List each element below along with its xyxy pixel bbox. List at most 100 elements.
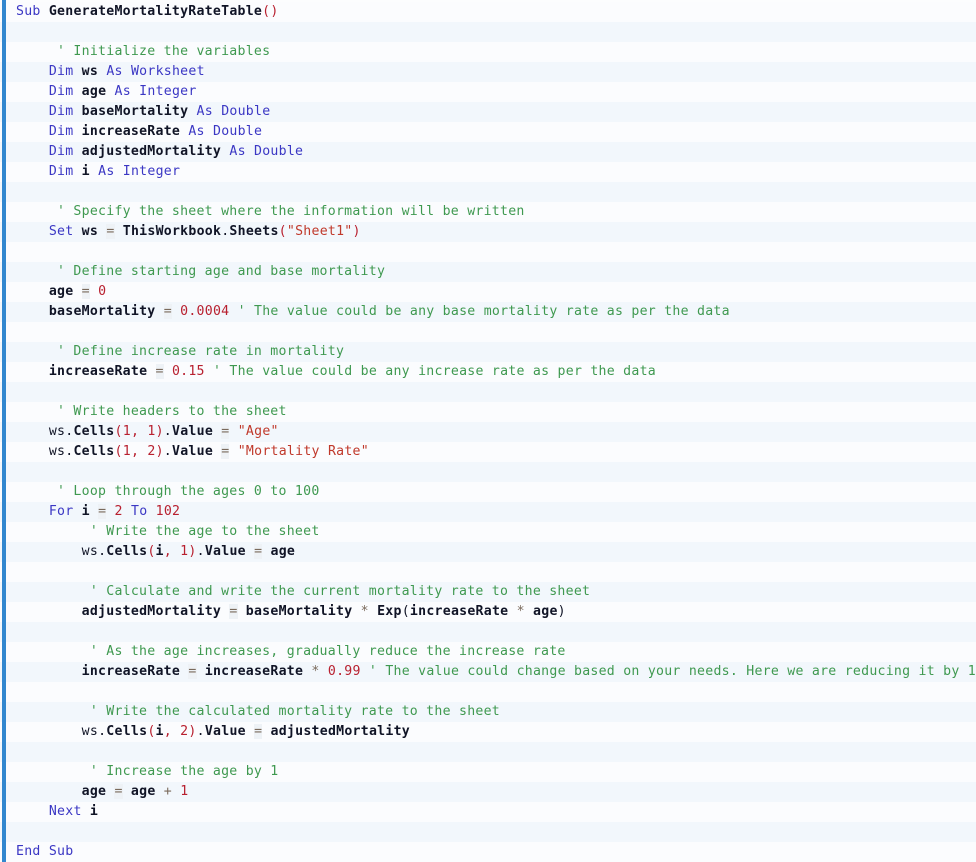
code-line[interactable] bbox=[0, 322, 976, 342]
code-line[interactable]: Dim ws As Worksheet bbox=[0, 62, 976, 82]
code-line[interactable]: ws.Cells(i, 2).Value = adjustedMortality bbox=[0, 722, 976, 742]
code-line[interactable]: ' Write the calculated mortality rate to… bbox=[0, 702, 976, 722]
code-token-num: 0.0004 bbox=[180, 304, 230, 319]
code-token-kw: Worksheet bbox=[130, 64, 205, 79]
code-token-num: 102 bbox=[155, 504, 181, 519]
code-line[interactable]: Dim baseMortality As Double bbox=[0, 102, 976, 122]
code-token-id: age bbox=[270, 544, 296, 559]
code-line[interactable] bbox=[0, 242, 976, 262]
code-line[interactable]: ' As the age increases, gradually reduce… bbox=[0, 642, 976, 662]
code-line[interactable]: adjustedMortality = baseMortality * Exp(… bbox=[0, 602, 976, 622]
code-token-punct: ) bbox=[155, 444, 164, 459]
code-line[interactable]: Next i bbox=[0, 802, 976, 822]
code-token-id: GenerateMortalityRateTable bbox=[48, 4, 263, 19]
code-token-num: 2 bbox=[147, 444, 156, 459]
code-token-op: = bbox=[163, 304, 172, 319]
code-token-kw: To bbox=[130, 504, 148, 519]
code-token-num: 1 bbox=[180, 784, 189, 799]
code-token-com: ' Initialize the variables bbox=[16, 44, 271, 59]
code-line[interactable]: age = age + 1 bbox=[0, 782, 976, 802]
code-token-id: i bbox=[81, 504, 90, 519]
code-token-punct: ) bbox=[155, 424, 164, 439]
code-line[interactable]: age = 0 bbox=[0, 282, 976, 302]
code-token-punct: () bbox=[262, 4, 279, 19]
code-token-plain: . bbox=[196, 544, 205, 559]
code-line[interactable] bbox=[0, 562, 976, 582]
code-line[interactable]: For i = 2 To 102 bbox=[0, 502, 976, 522]
code-line[interactable] bbox=[0, 382, 976, 402]
code-line[interactable] bbox=[0, 622, 976, 642]
code-line[interactable] bbox=[0, 822, 976, 842]
code-token-op2: * bbox=[360, 604, 369, 619]
code-token-kw: As bbox=[114, 84, 131, 99]
code-line[interactable]: Dim i As Integer bbox=[0, 162, 976, 182]
code-line[interactable]: baseMortality = 0.0004 ' The value could… bbox=[0, 302, 976, 322]
code-token-kw: Next bbox=[48, 804, 82, 819]
code-line[interactable]: Set ws = ThisWorkbook.Sheets("Sheet1") bbox=[0, 222, 976, 242]
code-line[interactable]: End Sub bbox=[0, 842, 976, 862]
code-line[interactable]: ' Loop through the ages 0 to 100 bbox=[0, 482, 976, 502]
code-line[interactable]: ' Calculate and write the current mortal… bbox=[0, 582, 976, 602]
code-token-num: 0.99 bbox=[327, 664, 361, 679]
code-token-com: ' The value could be any base mortality … bbox=[237, 304, 730, 319]
code-token-id: age bbox=[81, 784, 107, 799]
code-token-id: i bbox=[89, 804, 99, 819]
code-line[interactable]: ' Define increase rate in mortality bbox=[0, 342, 976, 362]
code-line[interactable]: ' Specify the sheet where the informatio… bbox=[0, 202, 976, 222]
code-line-list[interactable]: Sub GenerateMortalityRateTable() ' Initi… bbox=[0, 2, 976, 862]
code-line[interactable] bbox=[0, 462, 976, 482]
code-line[interactable]: ' Increase the age by 1 bbox=[0, 762, 976, 782]
code-line[interactable]: Dim increaseRate As Double bbox=[0, 122, 976, 142]
code-token-op: = bbox=[229, 604, 238, 619]
code-line[interactable] bbox=[0, 22, 976, 42]
code-token-id: adjustedMortality bbox=[81, 144, 222, 159]
code-line[interactable]: ws.Cells(1, 1).Value = "Age" bbox=[0, 422, 976, 442]
code-token-kw: End bbox=[16, 844, 41, 859]
code-line[interactable] bbox=[0, 682, 976, 702]
code-token-num: 1 bbox=[122, 444, 131, 459]
code-line[interactable]: ' Write headers to the sheet bbox=[0, 402, 976, 422]
code-token-kw: Dim bbox=[48, 124, 74, 139]
code-token-punct: , bbox=[163, 724, 181, 739]
code-token-punct: ( bbox=[114, 424, 123, 439]
code-token-com: ' Define increase rate in mortality bbox=[16, 344, 345, 359]
code-line[interactable]: ws.Cells(i, 1).Value = age bbox=[0, 542, 976, 562]
code-token-kw: Dim bbox=[48, 144, 74, 159]
code-line[interactable] bbox=[0, 742, 976, 762]
code-token-com: ' Calculate and write the current mortal… bbox=[16, 584, 591, 599]
code-token-plain: . bbox=[163, 444, 173, 459]
code-token-plain: . bbox=[163, 424, 173, 439]
code-token-punct: , bbox=[130, 444, 148, 459]
code-token-id: increaseRate bbox=[48, 364, 148, 379]
code-line[interactable]: Dim age As Integer bbox=[0, 82, 976, 102]
code-line[interactable]: increaseRate = 0.15 ' The value could be… bbox=[0, 362, 976, 382]
code-line[interactable]: ' Define starting age and base mortality bbox=[0, 262, 976, 282]
code-token-kw: As bbox=[98, 164, 115, 179]
code-line[interactable]: ' Initialize the variables bbox=[0, 42, 976, 62]
code-line[interactable]: ws.Cells(1, 2).Value = "Mortality Rate" bbox=[0, 442, 976, 462]
code-line[interactable]: ' Write the age to the sheet bbox=[0, 522, 976, 542]
code-line[interactable] bbox=[0, 182, 976, 202]
code-token-kw: Integer bbox=[122, 164, 181, 179]
code-token-id: Sheets bbox=[229, 224, 279, 239]
code-token-kw: Dim bbox=[48, 64, 74, 79]
code-line[interactable]: increaseRate = increaseRate * 0.99 ' The… bbox=[0, 662, 976, 682]
code-token-punct: ) bbox=[352, 224, 361, 239]
code-line[interactable]: Dim adjustedMortality As Double bbox=[0, 142, 976, 162]
code-line[interactable]: Sub GenerateMortalityRateTable() bbox=[0, 2, 976, 22]
